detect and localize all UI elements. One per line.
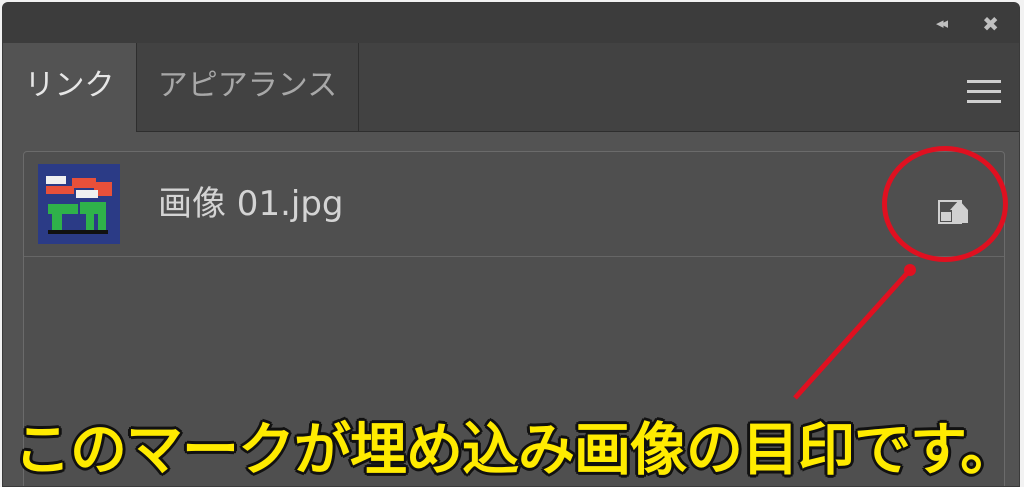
panel-titlebar: ◂◂ ✖ xyxy=(3,3,1019,43)
panel-tabbar: リンク アピアランス xyxy=(3,43,1019,132)
collapse-panel-icon[interactable]: ◂◂ xyxy=(936,14,948,32)
list-item[interactable]: 画像 01.jpg xyxy=(24,152,1004,257)
close-panel-icon[interactable]: ✖ xyxy=(982,12,999,36)
panel-menu-icon[interactable] xyxy=(967,80,1001,110)
links-panel: ◂◂ ✖ リンク アピアランス 画像 01.jpg xyxy=(2,2,1020,487)
highlight-circle xyxy=(882,146,1008,262)
annotation-caption: このマークが埋め込み画像の目印です。 xyxy=(14,417,1017,483)
tab-links[interactable]: リンク xyxy=(3,43,137,132)
link-filename: 画像 01.jpg xyxy=(158,184,344,224)
logo-thumbnail xyxy=(38,164,120,244)
tab-appearance[interactable]: アピアランス xyxy=(137,43,359,131)
